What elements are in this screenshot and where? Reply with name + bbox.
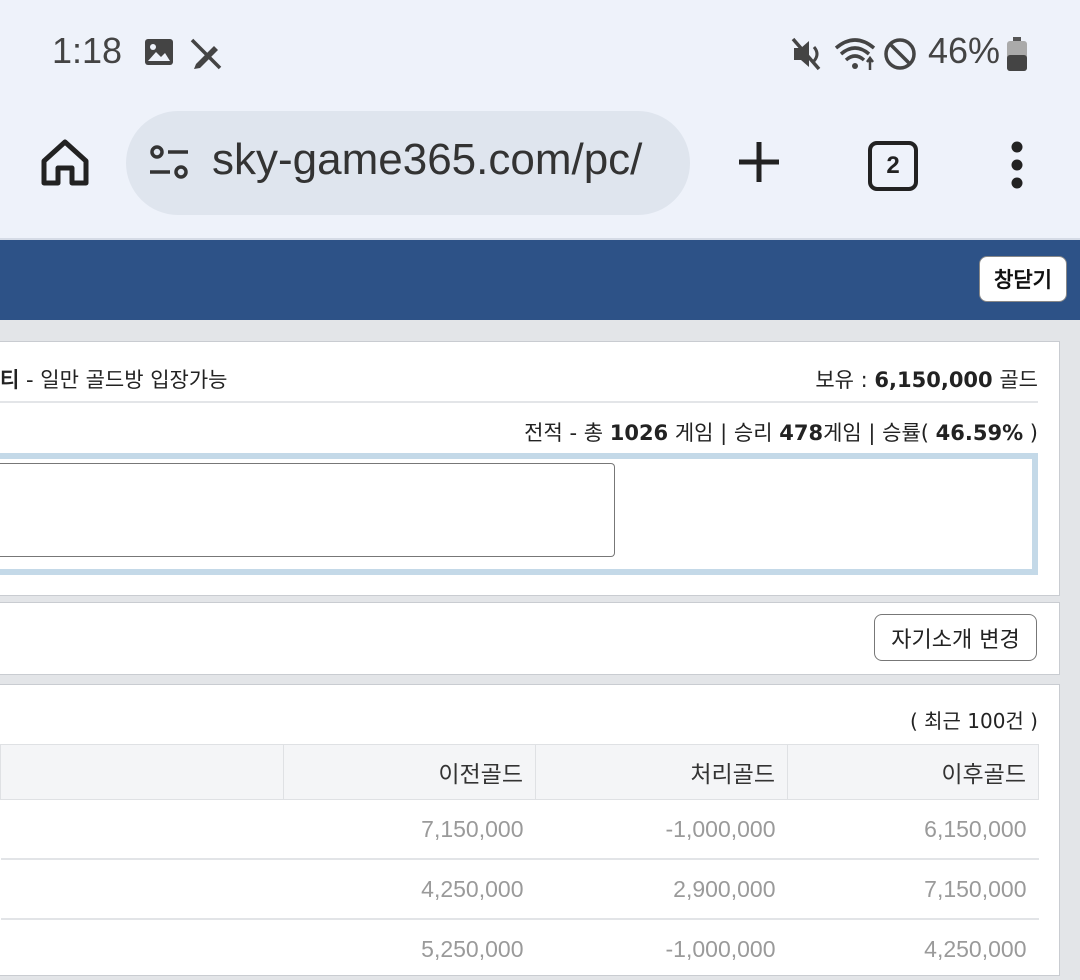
column-header-processed-gold: 처리골드 [535,744,788,800]
gold-history-panel: ( 최근 100건 ) 이전골드 처리골드 이후골드 7,150,000 -1,… [0,684,1060,980]
holding-value: 6,150,000 [874,368,993,392]
holding-unit: 골드 [992,368,1038,392]
cell-after-gold: 6,150,000 [787,799,1039,860]
column-header-previous-gold: 이전골드 [283,744,536,800]
browser-toolbar: sky-game365.com/pc/ 2 [0,105,1080,240]
battery-icon [1007,37,1027,71]
cell-description [0,919,284,980]
game-record: 전적 - 총 1026 게임 | 승리 478게임 | 승률( 46.59% ) [524,417,1038,447]
status-time: 1:18 [52,30,123,71]
table-row: 4,250,000 2,900,000 7,150,000 [0,859,1039,920]
change-intro-button[interactable]: 자기소개 변경 [874,614,1037,661]
pen-off-icon [190,38,222,70]
games-label: 게임 | 승리 [668,421,780,445]
cell-description [0,799,284,860]
cell-processed-gold: 2,900,000 [535,859,788,920]
total-games: 1026 [609,421,669,445]
more-vert-icon[interactable] [1006,141,1028,191]
table-row: 5,250,000 -1,000,000 4,250,000 [0,919,1039,980]
wins-label: 게임 | 승률( [823,421,936,445]
tab-switcher-button[interactable]: 2 [868,141,918,191]
site-settings-icon[interactable] [148,145,190,181]
status-bar: 1:18 46% [0,0,1080,105]
holding-gold: 보유 : 6,150,000 골드 [815,364,1038,394]
column-header-after-gold: 이후골드 [787,744,1039,800]
grade-description: - 일만 골드방 입장가능 [19,368,228,392]
grade-info: 티 - 일만 골드방 입장가능 [0,364,228,394]
cell-description [0,859,284,920]
url-text[interactable]: sky-game365.com/pc/ [212,135,676,185]
cell-processed-gold: -1,000,000 [535,919,788,980]
record-suffix: ) [1023,421,1038,445]
divider [0,401,1038,403]
cell-previous-gold: 4,250,000 [283,859,536,920]
close-window-button[interactable]: 창닫기 [979,256,1067,302]
home-icon[interactable] [38,135,92,189]
page-header-bar: 창닫기 [0,240,1080,320]
wifi-icon [834,38,876,70]
cell-after-gold: 7,150,000 [787,859,1039,920]
recent-count-label: ( 최근 100건 ) [909,709,1038,733]
dnd-icon [884,38,916,70]
win-rate: 46.59% [935,421,1024,445]
cell-after-gold: 4,250,000 [787,919,1039,980]
self-intro-field[interactable] [0,463,615,557]
record-prefix: 전적 - 총 [524,421,610,445]
address-bar[interactable]: sky-game365.com/pc/ [126,111,690,215]
table-header-row: 이전골드 처리골드 이후골드 [0,744,1039,800]
cell-previous-gold: 5,250,000 [283,919,536,980]
intro-action-panel: 자기소개 변경 [0,602,1060,675]
wins-count: 478 [779,421,824,445]
holding-label: 보유 : [815,368,875,392]
grade-name: 티 [0,368,20,392]
gold-history-table: 이전골드 처리골드 이후골드 7,150,000 -1,000,000 6,15… [0,744,1039,980]
cell-processed-gold: -1,000,000 [535,799,788,860]
gallery-icon [145,39,173,65]
mute-icon [791,37,821,71]
cell-previous-gold: 7,150,000 [283,799,536,860]
battery-percent: 46% [928,30,1001,71]
table-row: 7,150,000 -1,000,000 6,150,000 [0,799,1039,860]
plus-icon[interactable] [736,139,782,185]
column-header-description [0,744,284,800]
profile-panel: 티 - 일만 골드방 입장가능 보유 : 6,150,000 골드 전적 - 총… [0,341,1060,596]
self-intro-frame [0,453,1038,575]
